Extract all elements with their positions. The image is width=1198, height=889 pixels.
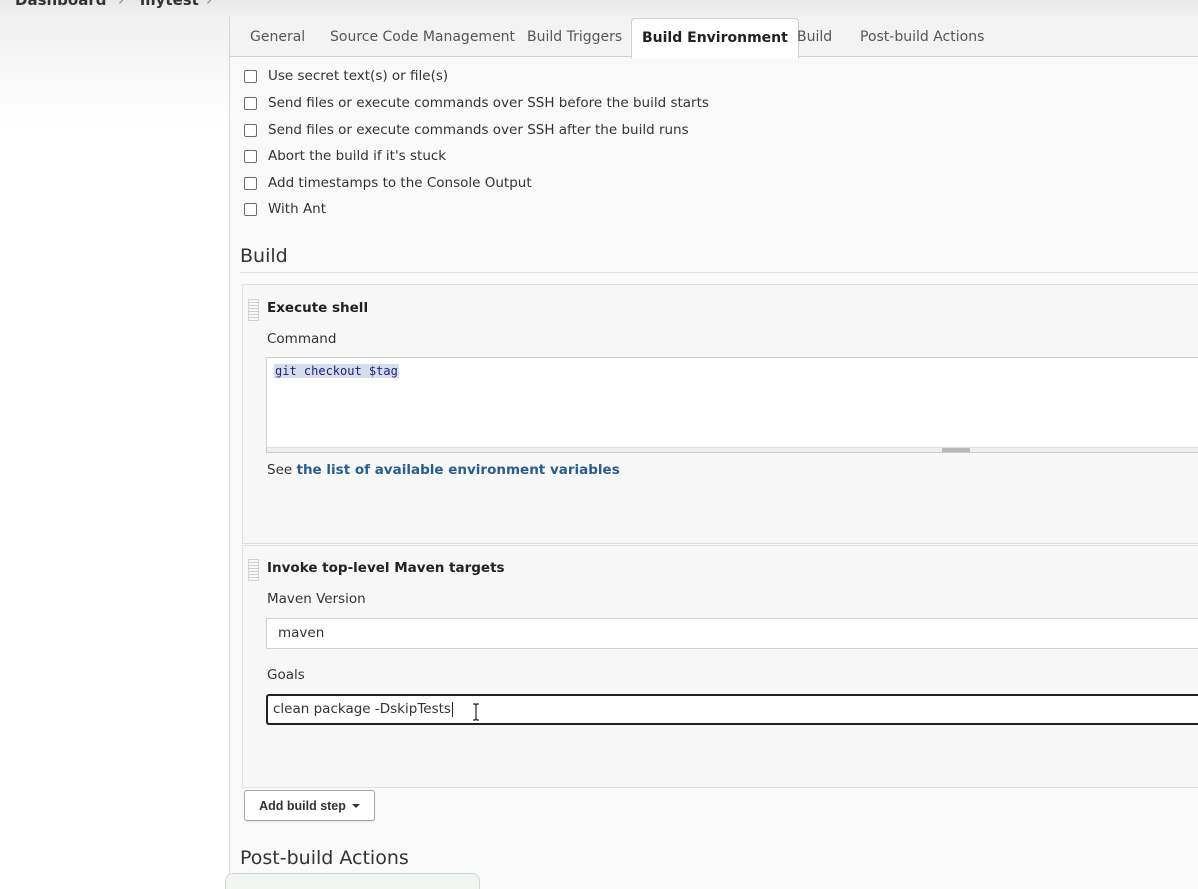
step-title-maven: Invoke top-level Maven targets [267,560,505,576]
text-caret [451,701,453,717]
drag-handle-icon[interactable] [248,299,259,321]
env-vars-link[interactable]: the list of available environment variab… [296,462,619,478]
bottom-floating-bar [225,873,480,889]
breadcrumb-chevron-icon[interactable]: › [206,0,212,9]
section-title-post-build: Post-build Actions [240,847,409,869]
checkbox[interactable] [244,149,257,163]
breadcrumb-dashboard[interactable]: Dashboard [15,0,106,9]
tab-build-triggers[interactable]: Build Triggers [527,16,622,56]
checkbox[interactable] [244,96,257,110]
breadcrumb-separator: › [118,0,124,9]
breadcrumb-job[interactable]: mytest [140,0,199,9]
env-vars-hint: See the list of available environment va… [267,462,620,478]
option-label: Send files or execute commands over SSH … [268,95,709,111]
command-text: git checkout $tag [274,364,399,378]
tab-source-code-management[interactable]: Source Code Management [330,16,515,56]
breadcrumb: Dashboard › mytest › [0,0,1198,16]
add-build-step-label: Add build step [259,798,346,813]
option-ssh-before-build[interactable]: Send files or execute commands over SSH … [244,94,709,112]
option-label: Abort the build if it's stuck [268,148,447,164]
option-abort-if-stuck[interactable]: Abort the build if it's stuck [244,147,446,165]
caret-down-icon [351,803,360,808]
option-with-ant[interactable]: With Ant [244,200,326,218]
command-label: Command [267,331,337,347]
hint-prefix: See [267,462,297,478]
step-title-execute-shell: Execute shell [267,300,369,316]
checkbox[interactable] [244,123,257,137]
option-add-timestamps[interactable]: Add timestamps to the Console Output [244,174,532,192]
build-step-maven [242,545,1198,788]
drag-handle-icon[interactable] [248,559,259,581]
section-divider [240,272,1198,273]
option-ssh-after-build[interactable]: Send files or execute commands over SSH … [244,121,689,139]
tab-general[interactable]: General [250,16,305,56]
goals-label: Goals [267,667,305,683]
command-textarea[interactable]: git checkout $tag [266,357,1198,453]
option-label: Use secret text(s) or file(s) [268,68,449,84]
add-build-step-button[interactable]: Add build step [244,790,375,821]
checkbox[interactable] [244,202,257,216]
scrollbar-thumb[interactable] [942,448,970,452]
option-label: Add timestamps to the Console Output [268,175,532,191]
option-label: Send files or execute commands over SSH … [268,122,689,138]
config-tab-bar: General Source Code Management Build Tri… [230,16,1198,59]
tab-post-build-actions[interactable]: Post-build Actions [860,16,984,56]
maven-version-label: Maven Version [267,591,366,607]
option-label: With Ant [268,201,327,217]
side-panel [0,16,229,889]
option-use-secret-text[interactable]: Use secret text(s) or file(s) [244,67,448,85]
maven-version-select[interactable]: maven [266,618,1198,649]
section-title-build: Build [240,245,288,267]
checkbox[interactable] [244,69,257,83]
goals-input[interactable]: clean package -DskipTests [266,694,1198,725]
horizontal-scrollbar[interactable] [267,447,1198,452]
tab-build-environment[interactable]: Build Environment [631,18,799,59]
checkbox[interactable] [244,176,257,190]
jenkins-job-config-page: Dashboard › mytest › General Source Code… [0,0,1198,889]
tab-build[interactable]: Build [797,16,832,56]
ibeam-cursor-icon [473,703,479,721]
goals-value: clean package -DskipTests [273,701,451,717]
